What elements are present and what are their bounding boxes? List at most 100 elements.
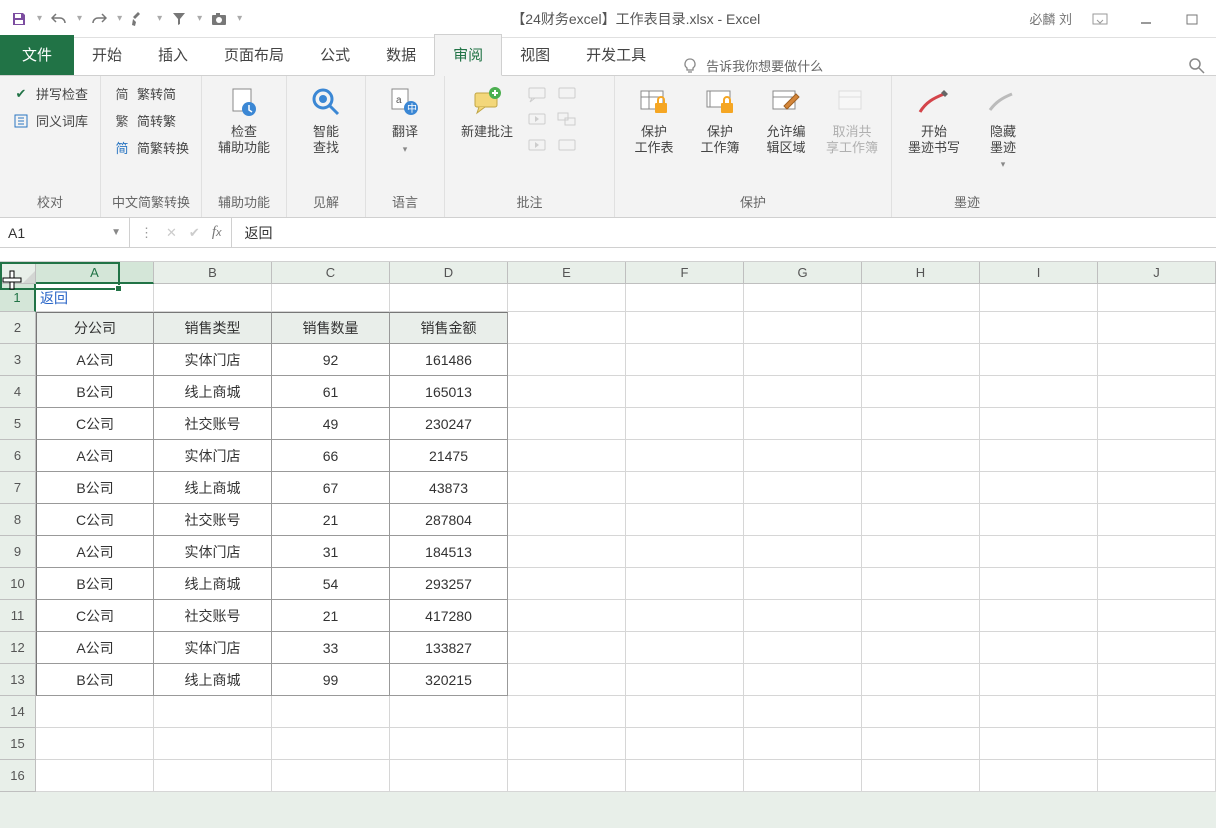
cell-D11[interactable]: 417280 [390, 600, 508, 632]
hide-ink-button[interactable]: 隐藏 墨迹 ▾ [974, 82, 1032, 170]
cell-H8[interactable] [862, 504, 980, 536]
camera-icon[interactable] [206, 6, 232, 32]
col-header-A[interactable]: A [36, 262, 154, 284]
cell-C9[interactable]: 31 [272, 536, 390, 568]
cell-G16[interactable] [744, 760, 862, 792]
cell-D4[interactable]: 165013 [390, 376, 508, 408]
cell-C12[interactable]: 33 [272, 632, 390, 664]
col-header-C[interactable]: C [272, 262, 390, 284]
cell-C15[interactable] [272, 728, 390, 760]
cell-I4[interactable] [980, 376, 1098, 408]
thesaurus-button[interactable]: 同义词库 [10, 109, 90, 132]
row-header-4[interactable]: 4 [0, 376, 36, 408]
col-header-B[interactable]: B [154, 262, 272, 284]
cell-B13[interactable]: 线上商城 [154, 664, 272, 696]
ink-comment-icon[interactable] [557, 138, 579, 156]
cell-G15[interactable] [744, 728, 862, 760]
cell-A15[interactable] [36, 728, 154, 760]
cell-H16[interactable] [862, 760, 980, 792]
new-comment-button[interactable]: 新建批注 [455, 82, 519, 140]
cell-E6[interactable] [508, 440, 626, 472]
cell-H6[interactable] [862, 440, 980, 472]
cells-area[interactable]: 返回分公司销售类型销售数量销售金额A公司实体门店92161486B公司线上商城6… [36, 284, 1216, 828]
cell-H15[interactable] [862, 728, 980, 760]
cell-J16[interactable] [1098, 760, 1216, 792]
cell-H5[interactable] [862, 408, 980, 440]
simptrad-button[interactable]: 简简繁转换 [111, 136, 191, 159]
cell-I14[interactable] [980, 696, 1098, 728]
cell-H14[interactable] [862, 696, 980, 728]
minimize-icon[interactable] [1128, 5, 1164, 33]
cell-A16[interactable] [36, 760, 154, 792]
maximize-icon[interactable] [1174, 5, 1210, 33]
cell-H13[interactable] [862, 664, 980, 696]
protect-workbook-button[interactable]: 保护 工作簿 [691, 82, 749, 155]
cell-E10[interactable] [508, 568, 626, 600]
row-header-5[interactable]: 5 [0, 408, 36, 440]
cell-H1[interactable] [862, 284, 980, 312]
cell-D14[interactable] [390, 696, 508, 728]
cell-F8[interactable] [626, 504, 744, 536]
cell-C2[interactable]: 销售数量 [272, 312, 390, 344]
spellcheck-button[interactable]: ✔拼写检查 [10, 82, 90, 105]
row-header-16[interactable]: 16 [0, 760, 36, 792]
cell-I9[interactable] [980, 536, 1098, 568]
cell-H12[interactable] [862, 632, 980, 664]
cell-A11[interactable]: C公司 [36, 600, 154, 632]
cell-G7[interactable] [744, 472, 862, 504]
cell-E11[interactable] [508, 600, 626, 632]
cell-C11[interactable]: 21 [272, 600, 390, 632]
cell-D16[interactable] [390, 760, 508, 792]
cell-F1[interactable] [626, 284, 744, 312]
col-header-F[interactable]: F [626, 262, 744, 284]
cell-D1[interactable] [390, 284, 508, 312]
cell-G8[interactable] [744, 504, 862, 536]
cell-B12[interactable]: 实体门店 [154, 632, 272, 664]
cell-A9[interactable]: A公司 [36, 536, 154, 568]
row-header-6[interactable]: 6 [0, 440, 36, 472]
tell-me[interactable]: 告诉我你想要做什么 [664, 56, 823, 75]
row-header-9[interactable]: 9 [0, 536, 36, 568]
cell-I16[interactable] [980, 760, 1098, 792]
filter-icon[interactable] [166, 6, 192, 32]
formula-input[interactable]: 返回 [232, 218, 1216, 247]
cell-J4[interactable] [1098, 376, 1216, 408]
cell-G13[interactable] [744, 664, 862, 696]
cell-F3[interactable] [626, 344, 744, 376]
row-header-12[interactable]: 12 [0, 632, 36, 664]
col-header-H[interactable]: H [862, 262, 980, 284]
select-all-corner[interactable] [0, 262, 36, 284]
cell-H4[interactable] [862, 376, 980, 408]
tab-view[interactable]: 视图 [502, 35, 568, 75]
cell-E3[interactable] [508, 344, 626, 376]
cell-E2[interactable] [508, 312, 626, 344]
cell-A4[interactable]: B公司 [36, 376, 154, 408]
tab-developer[interactable]: 开发工具 [568, 35, 664, 75]
row-header-7[interactable]: 7 [0, 472, 36, 504]
allow-edit-ranges-button[interactable]: 允许编 辑区域 [757, 82, 815, 155]
cell-C1[interactable] [272, 284, 390, 312]
cell-F12[interactable] [626, 632, 744, 664]
show-comment-icon[interactable] [557, 86, 579, 104]
cell-J1[interactable] [1098, 284, 1216, 312]
tab-insert[interactable]: 插入 [140, 35, 206, 75]
cell-F13[interactable] [626, 664, 744, 696]
tab-formulas[interactable]: 公式 [302, 35, 368, 75]
cell-I10[interactable] [980, 568, 1098, 600]
cell-C7[interactable]: 67 [272, 472, 390, 504]
cell-E15[interactable] [508, 728, 626, 760]
row-header-2[interactable]: 2 [0, 312, 36, 344]
cell-G6[interactable] [744, 440, 862, 472]
cell-E5[interactable] [508, 408, 626, 440]
cell-B9[interactable]: 实体门店 [154, 536, 272, 568]
cell-E16[interactable] [508, 760, 626, 792]
cell-B8[interactable]: 社交账号 [154, 504, 272, 536]
cell-B7[interactable]: 线上商城 [154, 472, 272, 504]
smart-lookup-button[interactable]: 智能 查找 [297, 82, 355, 155]
cell-A5[interactable]: C公司 [36, 408, 154, 440]
cell-A14[interactable] [36, 696, 154, 728]
cell-J7[interactable] [1098, 472, 1216, 504]
cell-H7[interactable] [862, 472, 980, 504]
cell-C4[interactable]: 61 [272, 376, 390, 408]
cell-B2[interactable]: 销售类型 [154, 312, 272, 344]
